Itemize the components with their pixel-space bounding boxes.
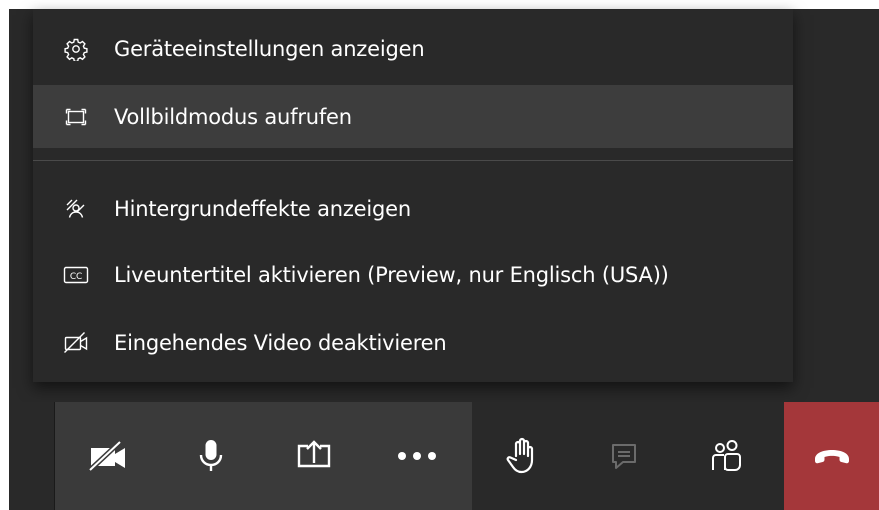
meeting-toolbar bbox=[9, 402, 879, 510]
microphone-button[interactable] bbox=[176, 402, 246, 510]
svg-text:CC: CC bbox=[70, 272, 82, 282]
camera-toggle-button[interactable] bbox=[74, 402, 144, 510]
microphone-icon bbox=[197, 438, 225, 474]
menu-item-label: Hintergrundeffekte anzeigen bbox=[114, 196, 411, 221]
more-actions-button[interactable] bbox=[382, 402, 452, 510]
raise-hand-icon bbox=[505, 437, 539, 475]
menu-item-label: Vollbildmodus aufrufen bbox=[114, 104, 352, 129]
more-actions-icon bbox=[397, 451, 437, 461]
background-effects-icon bbox=[63, 196, 89, 222]
gear-icon bbox=[63, 36, 89, 62]
more-actions-menu: Geräteeinstellungen anzeigen Vollbildmod… bbox=[33, 9, 793, 382]
menu-divider bbox=[33, 160, 793, 161]
participants-button[interactable] bbox=[692, 402, 762, 510]
raise-hand-button[interactable] bbox=[487, 402, 557, 510]
hang-up-button[interactable] bbox=[784, 402, 879, 510]
meeting-stage: Geräteeinstellungen anzeigen Vollbildmod… bbox=[9, 9, 879, 510]
participants-icon bbox=[709, 438, 745, 474]
menu-item-label: Liveuntertitel aktivieren (Preview, nur … bbox=[114, 262, 669, 287]
chat-icon bbox=[608, 440, 640, 472]
menu-item-label: Eingehendes Video deaktivieren bbox=[114, 330, 447, 355]
menu-item-label: Geräteeinstellungen anzeigen bbox=[114, 36, 425, 61]
fullscreen-icon bbox=[63, 104, 89, 130]
menu-item-live-captions[interactable]: CC Liveuntertitel aktivieren (Preview, n… bbox=[33, 243, 793, 306]
share-screen-button[interactable] bbox=[279, 402, 349, 510]
menu-item-fullscreen[interactable]: Vollbildmodus aufrufen bbox=[33, 85, 793, 148]
closed-captions-icon: CC bbox=[63, 262, 89, 288]
hang-up-icon bbox=[812, 446, 852, 466]
chat-button[interactable] bbox=[589, 402, 659, 510]
camera-off-icon bbox=[87, 440, 131, 472]
toolbar-separator bbox=[54, 402, 55, 510]
share-screen-icon bbox=[294, 439, 334, 473]
menu-item-background-effects[interactable]: Hintergrundeffekte anzeigen bbox=[33, 177, 793, 240]
menu-item-disable-incoming-video[interactable]: Eingehendes Video deaktivieren bbox=[33, 311, 793, 374]
video-off-icon bbox=[63, 330, 89, 356]
menu-item-device-settings[interactable]: Geräteeinstellungen anzeigen bbox=[33, 17, 793, 80]
